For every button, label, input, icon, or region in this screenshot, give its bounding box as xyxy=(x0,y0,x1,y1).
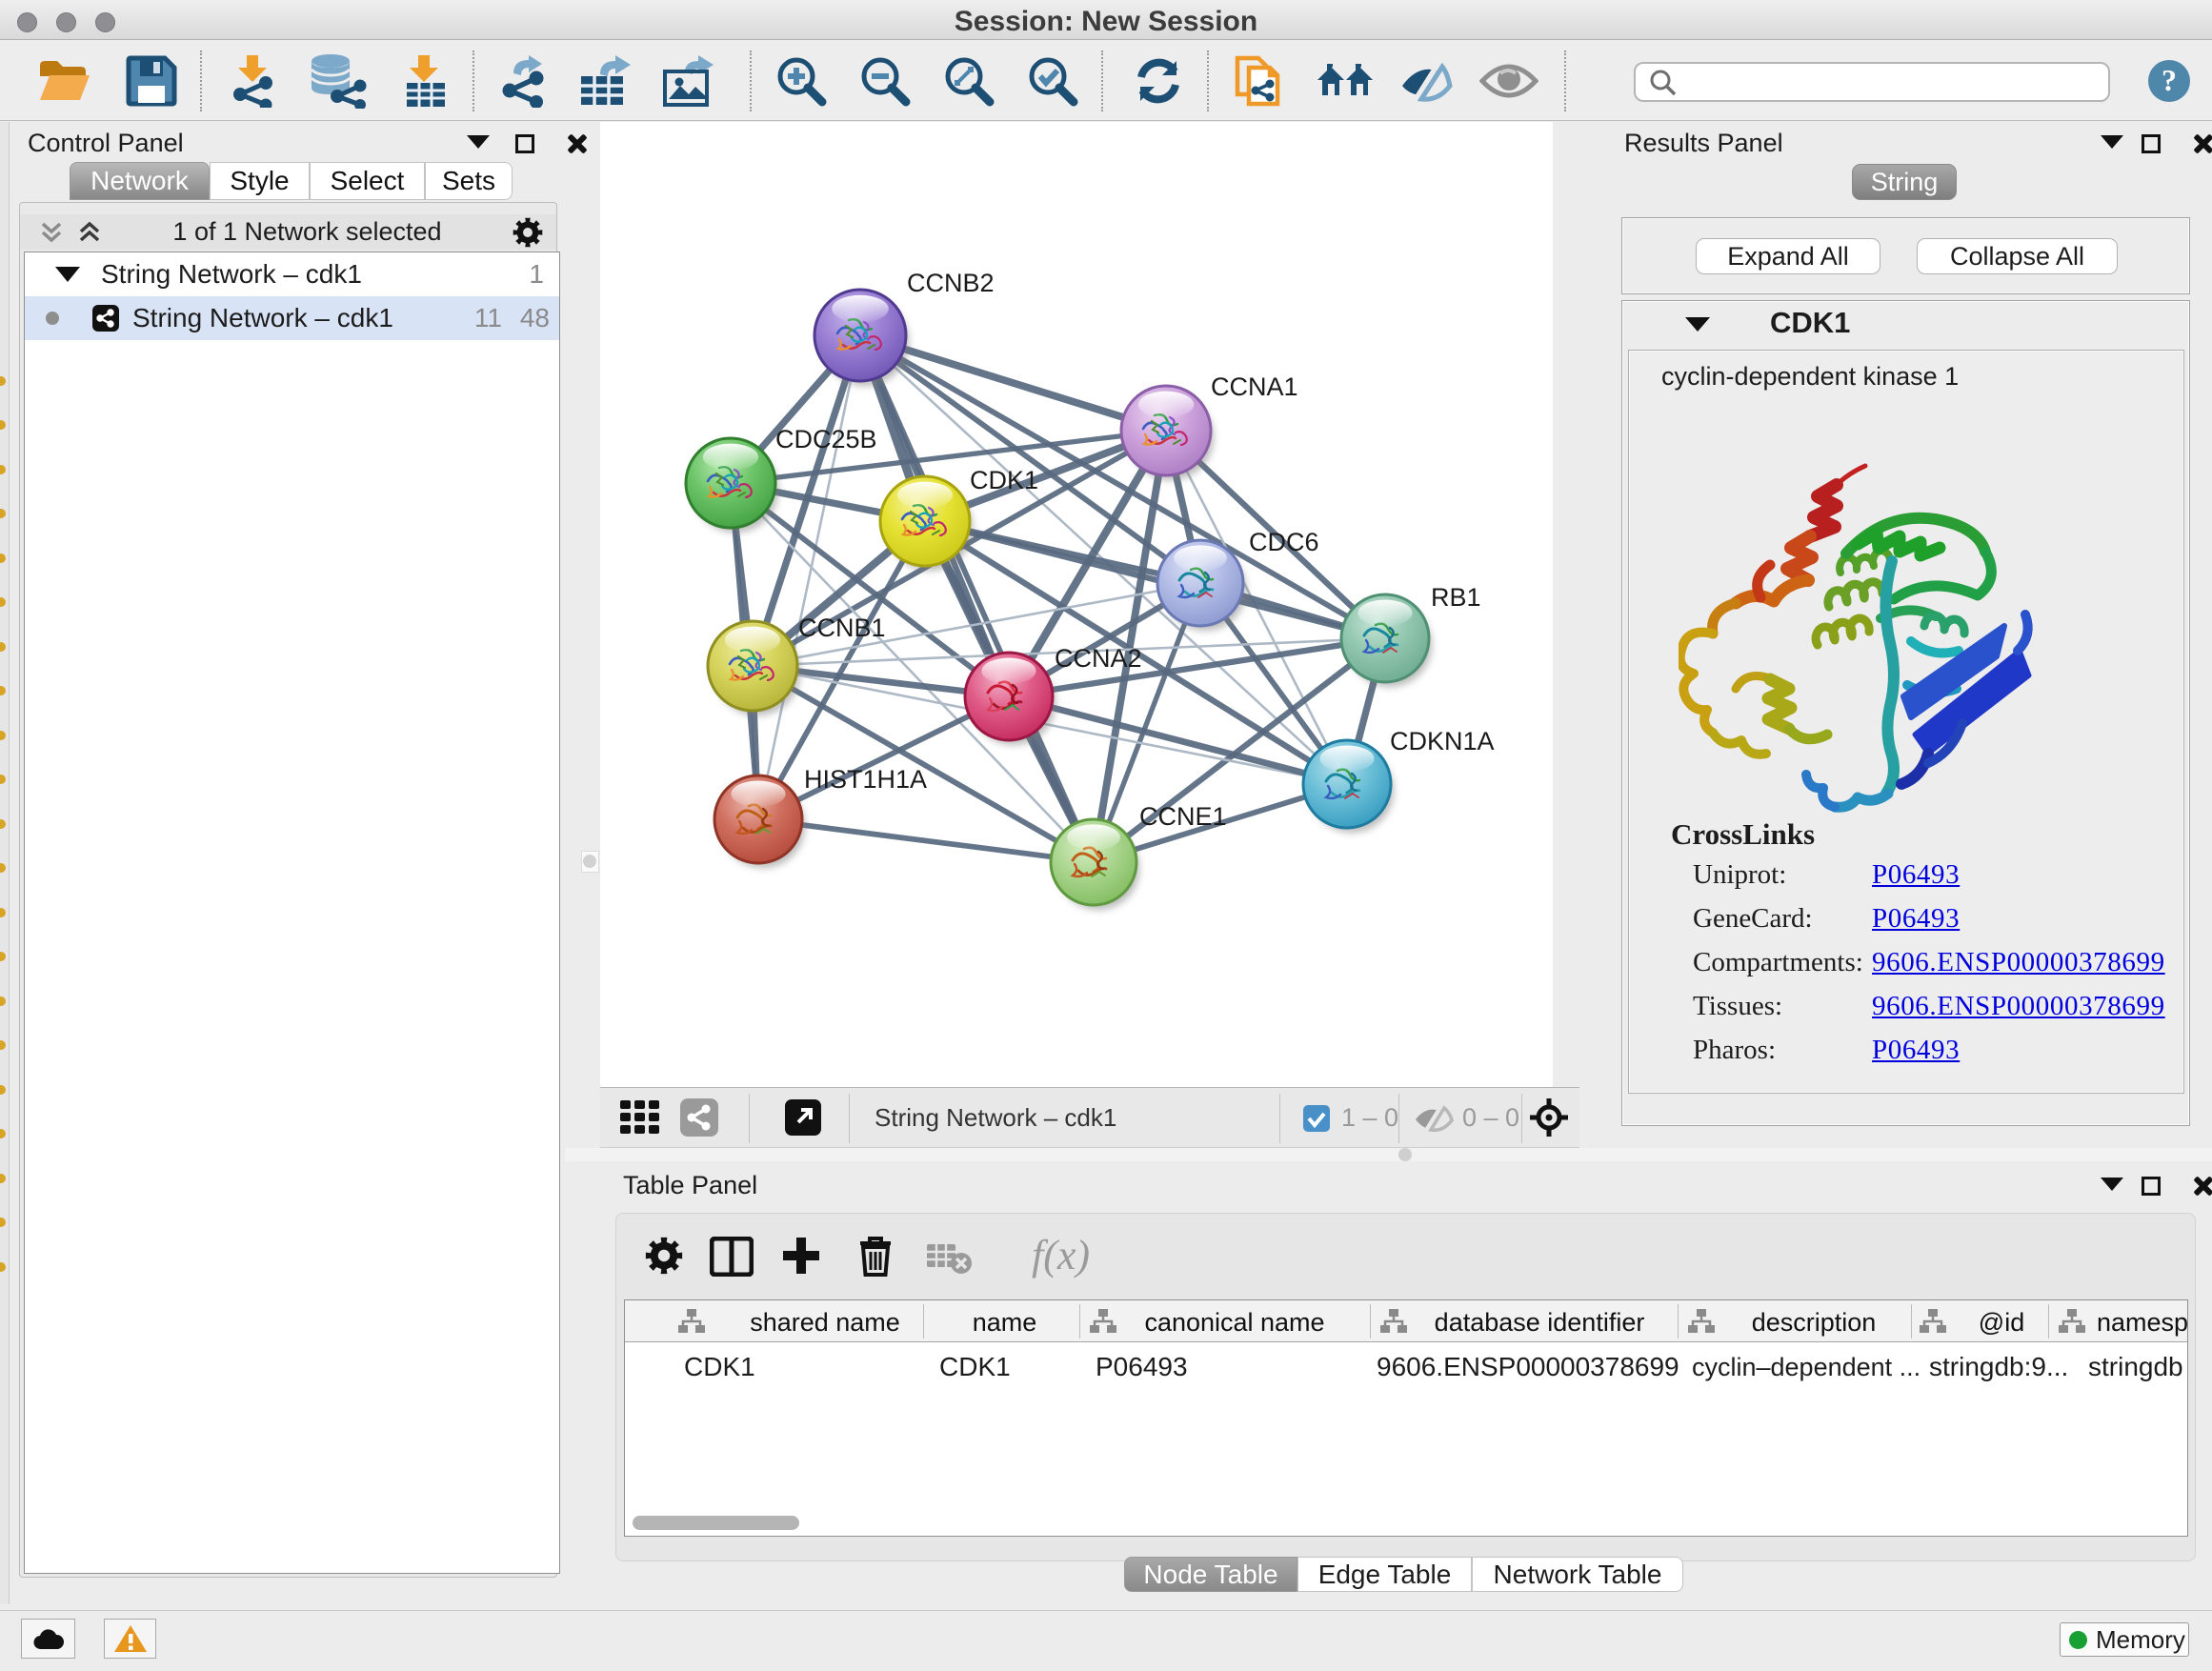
svg-text:CCNB1: CCNB1 xyxy=(798,614,886,642)
svg-text:CDC25B: CDC25B xyxy=(775,425,877,453)
svg-text:HIST1H1A: HIST1H1A xyxy=(804,765,927,794)
svg-text:CCNA1: CCNA1 xyxy=(1211,372,1298,401)
svg-text:CDC6: CDC6 xyxy=(1249,528,1319,556)
svg-text:RB1: RB1 xyxy=(1431,583,1481,612)
svg-text:CCNA2: CCNA2 xyxy=(1055,644,1142,673)
svg-text:CDKN1A: CDKN1A xyxy=(1390,727,1495,755)
svg-text:?: ? xyxy=(2162,63,2177,97)
svg-text:CCNE1: CCNE1 xyxy=(1139,802,1227,831)
svg-text:CCNB2: CCNB2 xyxy=(907,269,995,297)
svg-text:CDK1: CDK1 xyxy=(970,466,1038,494)
